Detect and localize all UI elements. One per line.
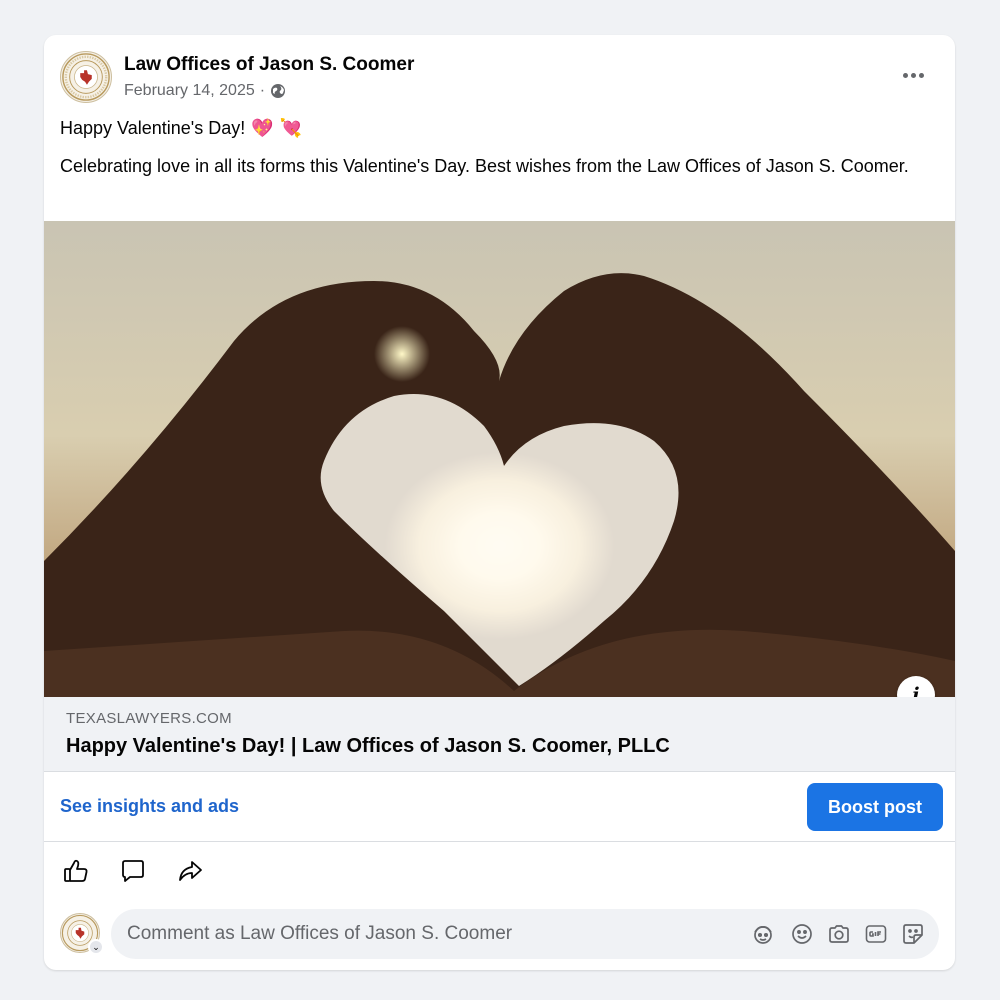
post-text-line1: Happy Valentine's Day! 💖 💘 (60, 118, 302, 139)
post-actions (44, 843, 955, 899)
see-insights-link[interactable]: See insights and ads (60, 796, 239, 817)
comment-box (111, 909, 939, 959)
avatar-sticker-icon[interactable] (751, 922, 775, 946)
heart-hands-sunset-image (44, 221, 955, 697)
page-avatar[interactable] (60, 51, 112, 103)
share-icon[interactable] (176, 857, 204, 885)
comment-input[interactable] (127, 909, 727, 959)
emoji-icon[interactable] (790, 922, 814, 946)
insights-row: See insights and ads Boost post (44, 772, 955, 842)
post-body-text: Celebrating love in all its forms this V… (60, 156, 909, 176)
link-title[interactable]: Happy Valentine's Day! | Law Offices of … (66, 735, 670, 758)
post-card: Law Offices of Jason S. Coomer February … (44, 35, 955, 970)
boost-post-button[interactable]: Boost post (807, 783, 943, 831)
chevron-down-icon[interactable]: ⌄ (88, 939, 104, 955)
heart-with-arrow-emoji: 💘 (279, 118, 303, 138)
law-office-seal-logo (62, 53, 110, 101)
globe-icon[interactable] (270, 83, 286, 99)
more-options-icon[interactable] (893, 65, 933, 85)
sparkling-heart-emoji: 💖 (251, 118, 274, 138)
post-greeting: Happy Valentine's Day! (60, 118, 246, 138)
link-domain: TEXASLAWYERS.COM (66, 710, 232, 727)
meta-separator: · (259, 82, 266, 99)
post-meta: February 14, 2025 · (124, 82, 286, 100)
link-preview[interactable]: TEXASLAWYERS.COM Happy Valentine's Day! … (44, 697, 955, 772)
comment-composer: ⌄ (44, 907, 955, 963)
comment-icon[interactable] (119, 857, 147, 885)
camera-icon[interactable] (827, 922, 851, 946)
post-date[interactable]: February 14, 2025 (124, 82, 255, 100)
page-name[interactable]: Law Offices of Jason S. Coomer (124, 54, 414, 76)
like-icon[interactable] (62, 857, 90, 885)
gif-icon[interactable] (864, 922, 888, 946)
sticker-icon[interactable] (901, 922, 925, 946)
post-header: Law Offices of Jason S. Coomer February … (44, 35, 955, 115)
link-preview-image[interactable] (44, 221, 955, 697)
